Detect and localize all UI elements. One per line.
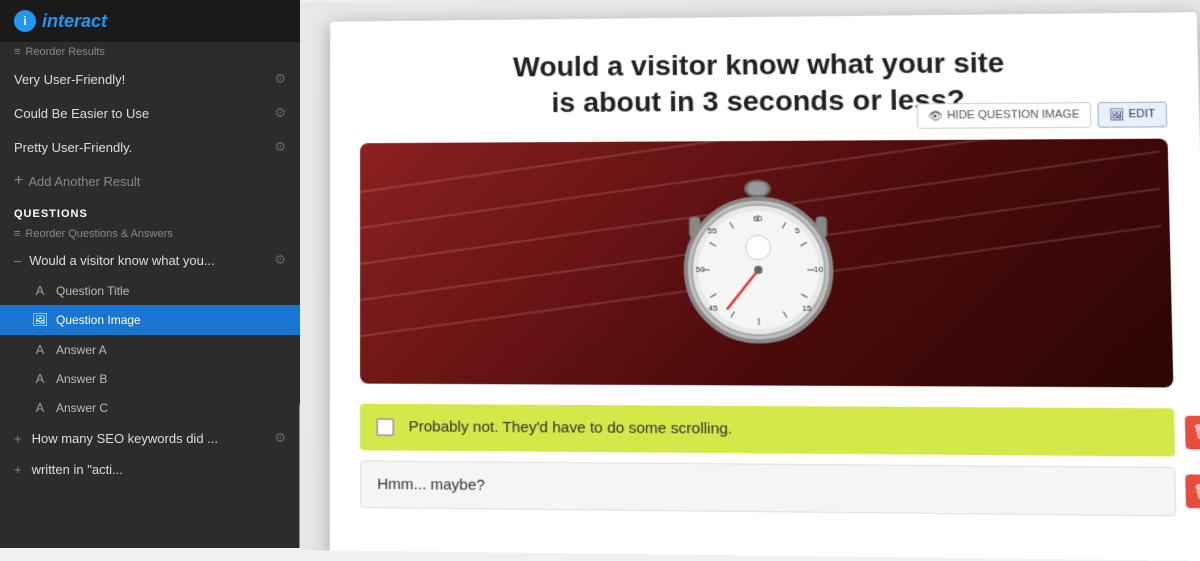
- answer-checkbox-1[interactable]: [376, 418, 394, 436]
- answer-option-1: Probably not. They'd have to do some scr…: [360, 404, 1175, 457]
- dash-icon-q1: –: [14, 253, 21, 268]
- sub-item-question-image[interactable]: 🖼 Question Image: [0, 305, 300, 335]
- main-content: Would a visitor know what your siteis ab…: [299, 0, 1200, 561]
- sub-item-question-title[interactable]: A Question Title: [0, 276, 300, 305]
- hide-image-label: HIDE QUESTION IMAGE: [947, 109, 1080, 122]
- edit-label: EDIT: [1128, 108, 1155, 121]
- edit-image-button[interactable]: 🖼 EDIT: [1097, 101, 1167, 127]
- stopwatch-svg: 60 5 10 15 55 50 45: [664, 158, 853, 368]
- sub-items-q1: A Question Title 🖼 Question Image A Answ…: [0, 276, 300, 422]
- page-area: Would a visitor know what your siteis ab…: [330, 12, 1200, 561]
- svg-text:50: 50: [696, 265, 706, 274]
- svg-text:55: 55: [708, 226, 718, 235]
- answer-text-2: Hmm... maybe?: [377, 476, 485, 494]
- reorder-qa-row[interactable]: ≡ Reorder Questions & Answers: [0, 224, 300, 244]
- plus-icon-q2: +: [14, 431, 22, 446]
- gear-icon-q1[interactable]: ⚙: [274, 252, 286, 268]
- answers-container: Probably not. They'd have to do some scr…: [360, 404, 1176, 517]
- gear-icon-result-1[interactable]: ⚙: [274, 71, 286, 87]
- result-item-2[interactable]: Could Be Easier to Use ⚙: [0, 96, 300, 130]
- text-icon-qt: A: [32, 283, 48, 298]
- question-item-1[interactable]: – Would a visitor know what you... ⚙: [0, 244, 300, 276]
- stopwatch-image: 60 5 10 15 55 50 45: [360, 138, 1173, 387]
- add-result-label: Add Another Result: [28, 174, 140, 189]
- plus-icon-q3: +: [14, 462, 22, 477]
- sub-item-answer-b[interactable]: A Answer B: [0, 364, 300, 393]
- answer-text-1: Probably not. They'd have to do some scr…: [409, 418, 733, 437]
- sub-item-answer-a[interactable]: A Answer A: [0, 335, 300, 364]
- sub-label-question-title: Question Title: [56, 284, 129, 298]
- question-item-2[interactable]: + How many SEO keywords did ... ⚙: [0, 422, 300, 454]
- image-icon-qi: 🖼: [32, 312, 48, 328]
- result-item-1[interactable]: Very User-Friendly! ⚙: [0, 62, 300, 96]
- questions-header: QUESTIONS: [0, 198, 300, 224]
- text-icon-ac: A: [32, 400, 48, 415]
- svg-text:5: 5: [795, 226, 800, 235]
- reorder-icon: ≡: [14, 46, 20, 58]
- question-label-1: Would a visitor know what you...: [29, 253, 214, 268]
- sub-label-answer-b: Answer B: [56, 372, 107, 386]
- delete-answer-2-button[interactable]: 🗑: [1185, 475, 1200, 509]
- sub-label-answer-c: Answer C: [56, 401, 108, 415]
- image-toolbar: 👁 HIDE QUESTION IMAGE 🖼 EDIT: [916, 101, 1167, 128]
- answer-option-2: Hmm... maybe? 🗑: [360, 460, 1176, 516]
- reorder-qa-label: Reorder Questions & Answers: [25, 228, 172, 240]
- text-icon-aa: A: [32, 342, 48, 357]
- logo-text: interact: [42, 11, 107, 32]
- svg-text:15: 15: [802, 304, 812, 313]
- result-label-1: Very User-Friendly!: [14, 72, 125, 87]
- svg-text:45: 45: [708, 304, 718, 313]
- sub-label-answer-a: Answer A: [56, 343, 107, 357]
- reorder-results-label: Reorder Results: [25, 46, 104, 58]
- sidebar-header: i interact: [0, 0, 300, 42]
- plus-icon: +: [14, 172, 23, 190]
- sub-label-question-image: Question Image: [56, 313, 141, 327]
- sidebar: i interact ≡ Reorder Results Very User-F…: [0, 0, 300, 548]
- reorder-qa-icon: ≡: [14, 228, 20, 240]
- sub-item-answer-c[interactable]: A Answer C: [0, 393, 300, 422]
- trash-icon-1: 🗑: [1193, 423, 1200, 441]
- delete-answer-1-button[interactable]: 🗑: [1185, 416, 1200, 450]
- logo-icon: i: [14, 10, 36, 32]
- image-container: 👁 HIDE QUESTION IMAGE 🖼 EDIT: [360, 138, 1173, 387]
- svg-text:10: 10: [814, 265, 824, 274]
- result-label-3: Pretty User-Friendly.: [14, 140, 132, 155]
- result-item-3[interactable]: Pretty User-Friendly. ⚙: [0, 130, 300, 164]
- hide-question-image-button[interactable]: 👁 HIDE QUESTION IMAGE: [916, 102, 1091, 129]
- reorder-results-row[interactable]: ≡ Reorder Results: [0, 42, 300, 62]
- eye-icon: 👁: [928, 109, 943, 122]
- question-label-2: How many SEO keywords did ...: [32, 431, 218, 446]
- add-result-button[interactable]: + Add Another Result: [0, 164, 300, 198]
- gear-icon-result-3[interactable]: ⚙: [274, 139, 286, 155]
- text-icon-ab: A: [32, 371, 48, 386]
- gear-icon-result-2[interactable]: ⚙: [274, 105, 286, 121]
- trash-icon-2: 🗑: [1193, 483, 1200, 501]
- question-item-3[interactable]: + written in "acti...: [0, 454, 300, 485]
- result-label-2: Could Be Easier to Use: [14, 106, 149, 121]
- question-label-3: written in "acti...: [32, 462, 123, 477]
- edit-image-icon: 🖼: [1109, 108, 1124, 121]
- gear-icon-q2[interactable]: ⚙: [274, 430, 286, 446]
